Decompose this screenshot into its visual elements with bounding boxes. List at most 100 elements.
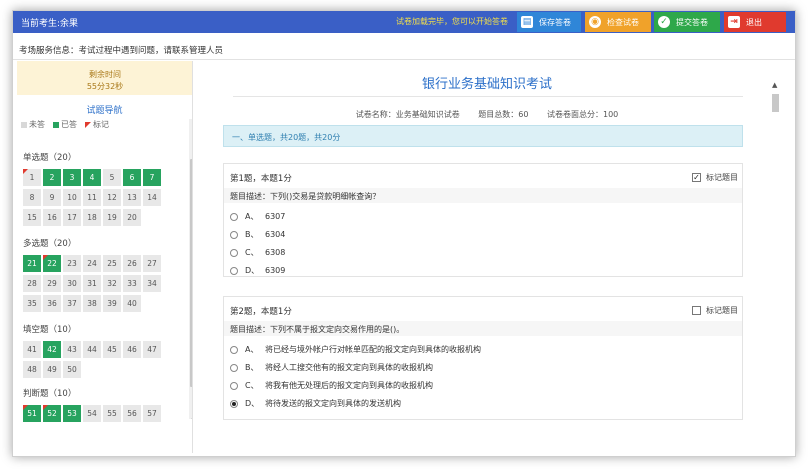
main-scrollbar[interactable]: ▲ — [771, 81, 781, 453]
question-cell-50[interactable]: 50 — [63, 361, 81, 378]
question-cell-6[interactable]: 6 — [123, 169, 141, 186]
question-cell-30[interactable]: 30 — [63, 275, 81, 292]
mark-question-toggle[interactable]: ✓ 标记题目 — [692, 172, 738, 183]
question-cell-20[interactable]: 20 — [123, 209, 141, 226]
question-cell-18[interactable]: 18 — [83, 209, 101, 226]
question-cell-7[interactable]: 7 — [143, 169, 161, 186]
question-cell-40[interactable]: 40 — [123, 295, 141, 312]
question-cell-12[interactable]: 12 — [103, 189, 121, 206]
question-cell-31[interactable]: 31 — [83, 275, 101, 292]
submit-answers-button[interactable]: ✓ 提交答卷 — [654, 12, 720, 32]
question-header: 第2题，本题1分 — [230, 307, 292, 317]
mark-label: 标记题目 — [706, 173, 738, 182]
question-cell-28[interactable]: 28 — [23, 275, 41, 292]
question-cell-23[interactable]: 23 — [63, 255, 81, 272]
exit-button[interactable]: ⇥ 退出 — [724, 12, 786, 32]
radio-button[interactable] — [230, 345, 238, 354]
question-cell-11[interactable]: 11 — [83, 189, 101, 206]
grid-fill: 41 42 43 44 45 46 47 48 49 50 — [23, 341, 163, 378]
exit-label: 退出 — [746, 17, 762, 27]
question-cell-29[interactable]: 29 — [43, 275, 61, 292]
question-cell-16[interactable]: 16 — [43, 209, 61, 226]
check-paper-button[interactable]: ◉ 检查试卷 — [585, 12, 651, 32]
question-cell-53[interactable]: 53 — [63, 405, 81, 422]
main-scroll-thumb[interactable] — [772, 94, 779, 112]
option-d[interactable]: D、 将待发送的报文定向到具体的发送机构 — [230, 398, 401, 409]
question-cell-51[interactable]: 51 — [23, 405, 41, 422]
radio-button[interactable] — [230, 363, 238, 372]
radio-button[interactable] — [230, 212, 238, 221]
legend-unanswered: 未答 — [21, 119, 45, 130]
question-cell-44[interactable]: 44 — [83, 341, 101, 358]
save-answers-button[interactable]: ▤ 保存答卷 — [517, 12, 581, 32]
divider — [13, 59, 795, 60]
question-cell-43[interactable]: 43 — [63, 341, 81, 358]
radio-button[interactable] — [230, 230, 238, 239]
question-cell-38[interactable]: 38 — [83, 295, 101, 312]
question-card-2: 第2题，本题1分 标记题目 题目描述：下列不属于报文定向交易作用的是()。 A、… — [223, 296, 743, 420]
question-cell-9[interactable]: 9 — [43, 189, 61, 206]
option-a[interactable]: A、 6307 — [230, 211, 285, 222]
question-cell-2[interactable]: 2 — [43, 169, 61, 186]
question-cell-3[interactable]: 3 — [63, 169, 81, 186]
question-cell-19[interactable]: 19 — [103, 209, 121, 226]
question-cell-52[interactable]: 52 — [43, 405, 61, 422]
question-cell-32[interactable]: 32 — [103, 275, 121, 292]
question-cell-47[interactable]: 47 — [143, 341, 161, 358]
legend-unanswered-label: 未答 — [29, 120, 45, 129]
question-cell-10[interactable]: 10 — [63, 189, 81, 206]
question-cell-46[interactable]: 46 — [123, 341, 141, 358]
question-cell-55[interactable]: 55 — [103, 405, 121, 422]
sidebar-scroll-thumb[interactable] — [190, 159, 192, 387]
question-cell-42[interactable]: 42 — [43, 341, 61, 358]
question-cell-45[interactable]: 45 — [103, 341, 121, 358]
question-cell-39[interactable]: 39 — [103, 295, 121, 312]
question-cell-54[interactable]: 54 — [83, 405, 101, 422]
question-cell-14[interactable]: 14 — [143, 189, 161, 206]
question-cell-36[interactable]: 36 — [43, 295, 61, 312]
question-cell-35[interactable]: 35 — [23, 295, 41, 312]
option-a[interactable]: A、 将已经与境外帐户行对帐单匹配的报文定向到具体的收报机构 — [230, 344, 481, 355]
question-cell-49[interactable]: 49 — [43, 361, 61, 378]
question-cell-41[interactable]: 41 — [23, 341, 41, 358]
radio-button[interactable] — [230, 399, 238, 408]
question-cell-37[interactable]: 37 — [63, 295, 81, 312]
question-cell-56[interactable]: 56 — [123, 405, 141, 422]
mark-checkbox[interactable]: ✓ — [692, 173, 701, 182]
mark-question-toggle[interactable]: 标记题目 — [692, 305, 738, 316]
mark-checkbox[interactable] — [692, 306, 701, 315]
question-cell-21[interactable]: 21 — [23, 255, 41, 272]
question-cell-26[interactable]: 26 — [123, 255, 141, 272]
question-cell-17[interactable]: 17 — [63, 209, 81, 226]
option-letter: B、 — [245, 230, 259, 239]
option-b[interactable]: B、 将经人工搜交他有的报文定向到具体的收报机构 — [230, 362, 433, 373]
radio-button[interactable] — [230, 266, 238, 275]
question-cell-13[interactable]: 13 — [123, 189, 141, 206]
radio-button[interactable] — [230, 381, 238, 390]
chevron-down-icon[interactable]: ⌄ — [190, 413, 192, 422]
question-cell-8[interactable]: 8 — [23, 189, 41, 206]
question-cell-57[interactable]: 57 — [143, 405, 161, 422]
option-text: 将经人工搜交他有的报文定向到具体的收报机构 — [265, 363, 433, 372]
question-cell-34[interactable]: 34 — [143, 275, 161, 292]
question-cell-33[interactable]: 33 — [123, 275, 141, 292]
option-c[interactable]: C、 6308 — [230, 247, 285, 258]
radio-button[interactable] — [230, 248, 238, 257]
question-cell-24[interactable]: 24 — [83, 255, 101, 272]
save-label: 保存答卷 — [539, 17, 571, 27]
question-cell-25[interactable]: 25 — [103, 255, 121, 272]
option-c[interactable]: C、 将我有他无处理后的报文定向到具体的收报机构 — [230, 380, 433, 391]
option-d[interactable]: D、 6309 — [230, 265, 285, 276]
option-b[interactable]: B、 6304 — [230, 229, 285, 240]
question-cell-5[interactable]: 5 — [103, 169, 121, 186]
question-cell-22[interactable]: 22 — [43, 255, 61, 272]
question-cell-27[interactable]: 27 — [143, 255, 161, 272]
load-message: 试卷加载完毕，您可以开始答卷 — [396, 17, 508, 26]
chevron-up-icon[interactable]: ▲ — [772, 81, 777, 89]
question-cell-1[interactable]: 1 — [23, 169, 41, 186]
sidebar-scrollbar[interactable] — [189, 119, 192, 419]
option-letter: D、 — [245, 399, 260, 408]
question-cell-15[interactable]: 15 — [23, 209, 41, 226]
question-cell-48[interactable]: 48 — [23, 361, 41, 378]
question-cell-4[interactable]: 4 — [83, 169, 101, 186]
